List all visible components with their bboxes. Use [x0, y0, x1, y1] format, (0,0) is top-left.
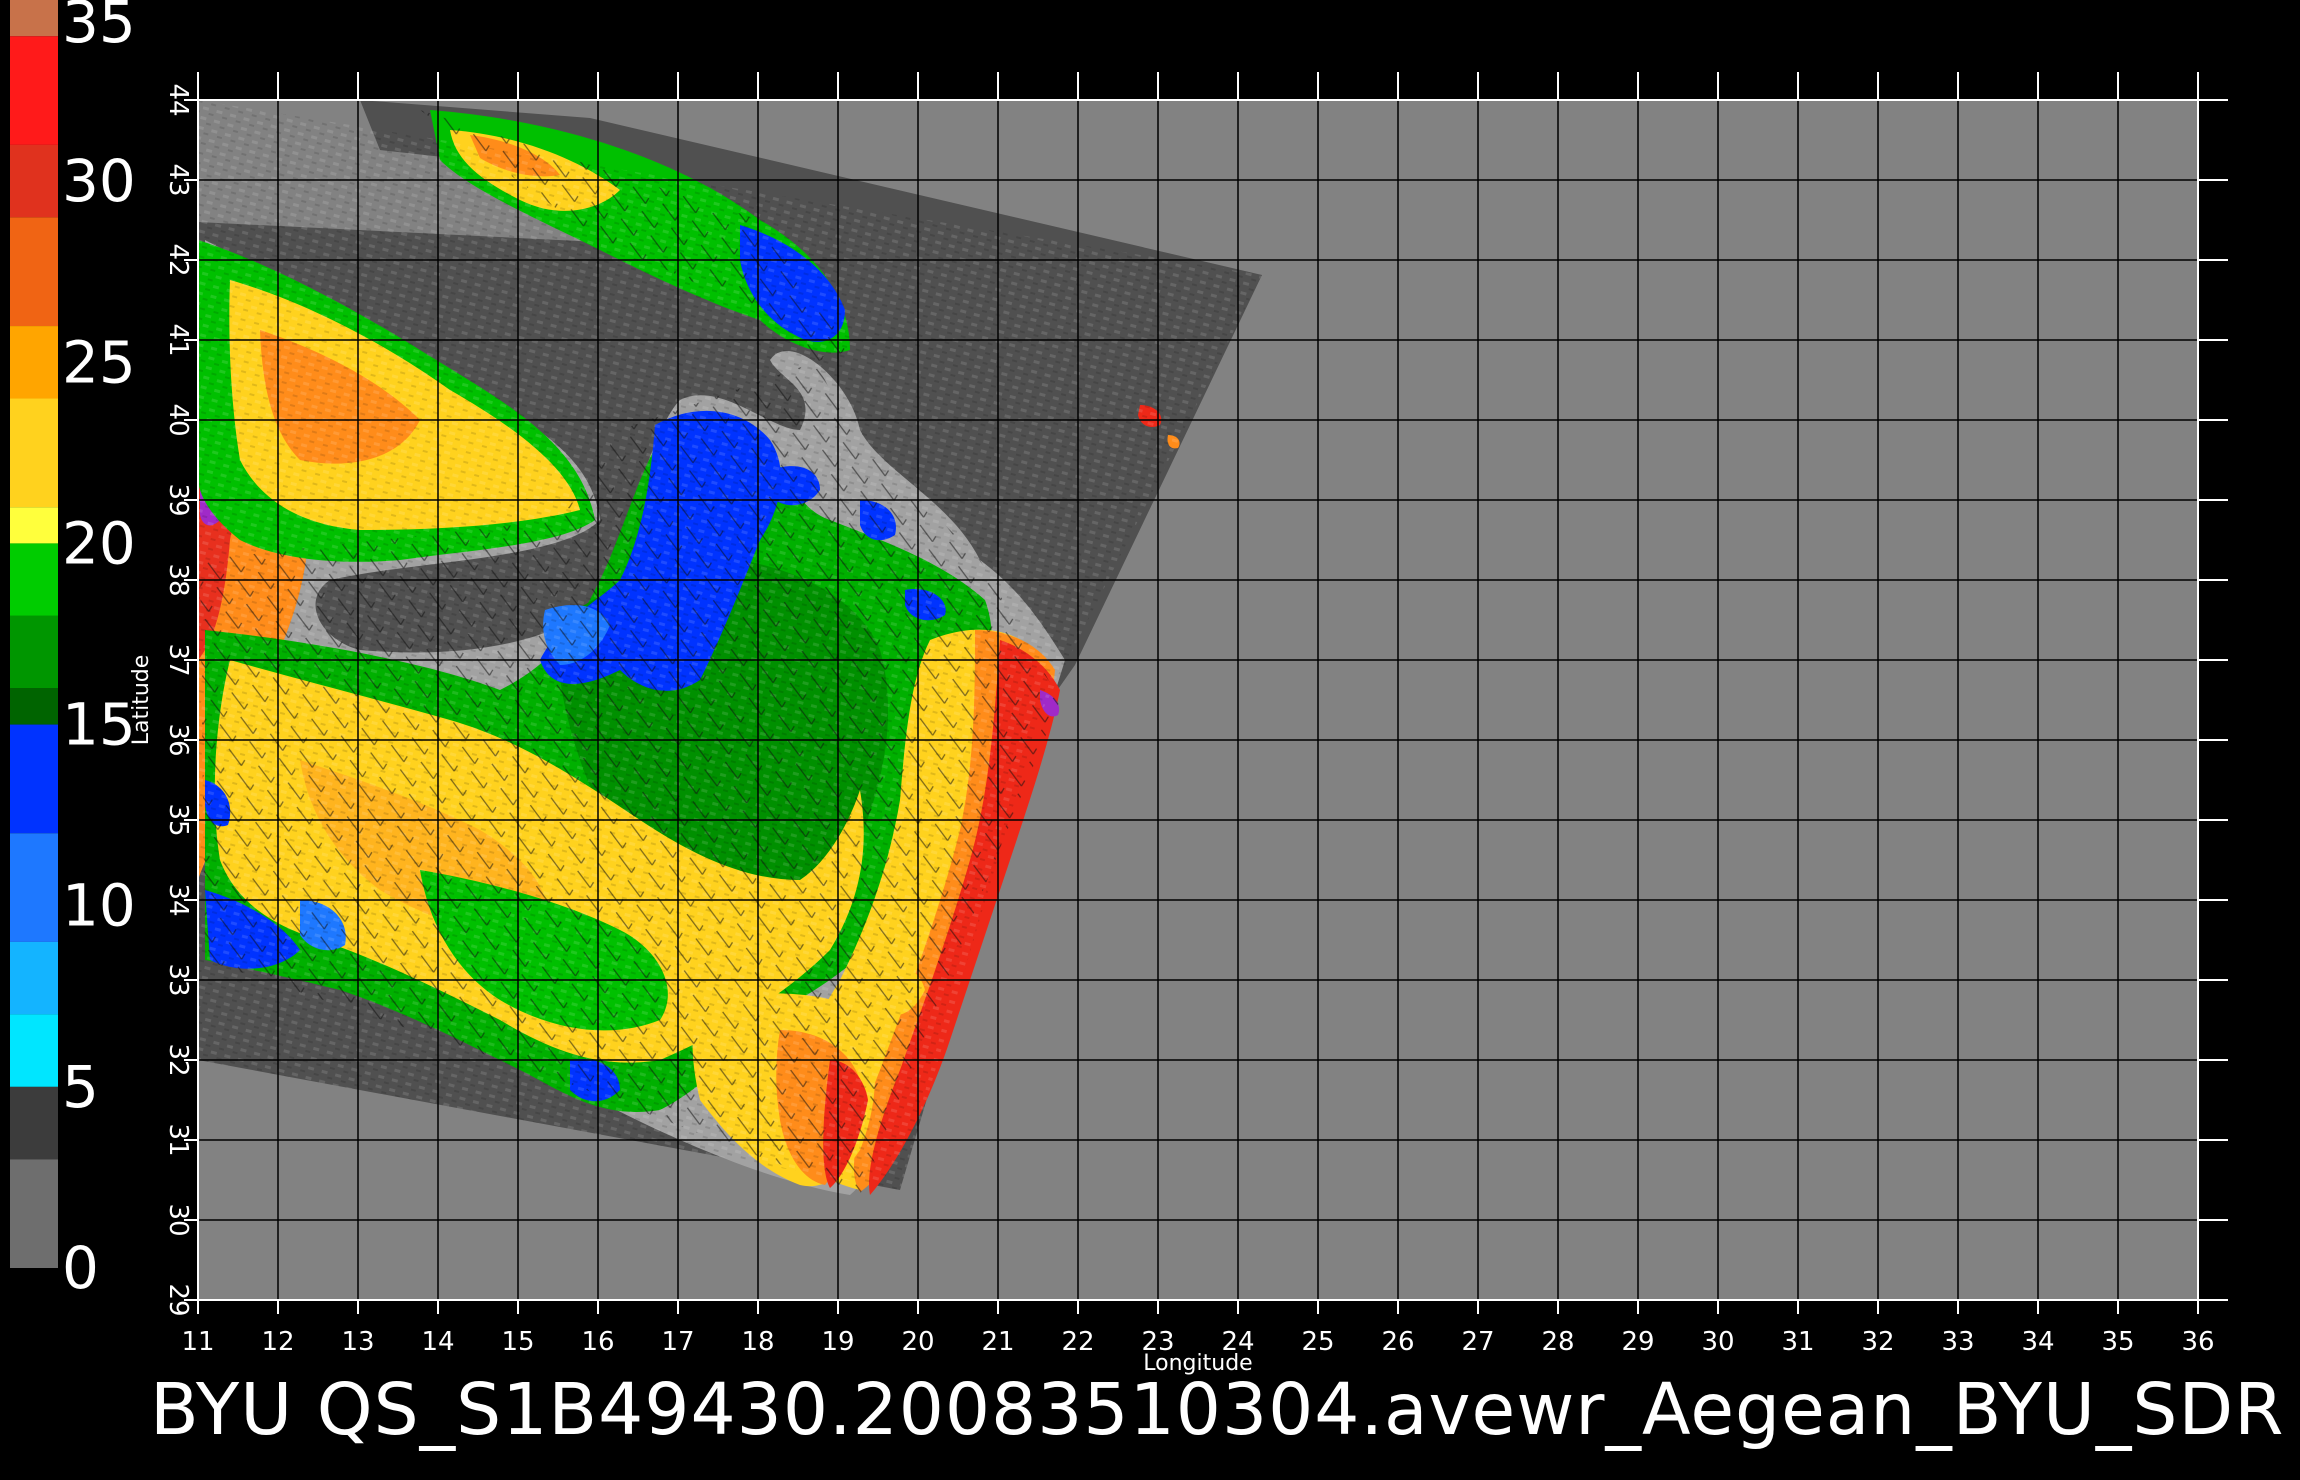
color-segment: [10, 724, 58, 834]
longitude-tick-label: 34: [2021, 1327, 2054, 1357]
color-segment: [10, 217, 58, 327]
map-plot-area: [197, 99, 2199, 1301]
color-segment: [10, 507, 58, 544]
color-segment: [10, 326, 58, 399]
color-scale-label: 5: [62, 1053, 99, 1121]
longitude-tick-label: 29: [1621, 1327, 1654, 1357]
color-segment: [10, 36, 58, 145]
color-scale-label: 0: [62, 1234, 99, 1302]
longitude-tick-label: 22: [1061, 1327, 1094, 1357]
longitude-tick-label: 31: [1781, 1327, 1814, 1357]
wind-speed-map-figure: 35 30 25 20 15 10 5 0 11 12 13 14 15 16 17 18 1…: [10, 0, 2228, 1376]
longitude-tick-label: 14: [421, 1327, 454, 1357]
longitude-tick-label: 30: [1701, 1327, 1734, 1357]
color-segment: [10, 688, 58, 725]
longitude-tick-label: 36: [2181, 1327, 2214, 1357]
color-segment: [10, 0, 58, 37]
longitude-tick-label: 11: [181, 1327, 214, 1357]
color-segment: [10, 1014, 58, 1087]
color-scale-label: 20: [62, 509, 136, 577]
color-segment: [10, 1086, 58, 1160]
longitude-tick-label: 35: [2101, 1327, 2134, 1357]
color-segment: [10, 1159, 58, 1268]
longitude-tick-label: 12: [261, 1327, 294, 1357]
color-segment: [10, 615, 58, 689]
color-scale-bar: [10, 0, 58, 1268]
longitude-tick-label: 15: [501, 1327, 534, 1357]
color-segment: [10, 543, 58, 616]
color-scale-label: 10: [62, 872, 136, 940]
longitude-tick-label: 13: [341, 1327, 374, 1357]
color-segment: [10, 144, 58, 218]
longitude-tick-label: 26: [1381, 1327, 1414, 1357]
longitude-tick-label: 18: [741, 1327, 774, 1357]
longitude-tick-label: 27: [1461, 1327, 1494, 1357]
longitude-tick-label: 21: [981, 1327, 1014, 1357]
y-axis-title: Latitude: [129, 655, 154, 746]
color-scale-labels: 35 30 25 20 15 10 5 0: [62, 0, 136, 1302]
longitude-tick-label: 16: [581, 1327, 614, 1357]
longitude-tick-label: 25: [1301, 1327, 1334, 1357]
longitude-tick-label: 20: [901, 1327, 934, 1357]
color-segment: [10, 833, 58, 942]
color-segment: [10, 941, 58, 1015]
color-scale-label: 30: [62, 147, 136, 215]
color-segment: [10, 398, 58, 508]
longitude-tick-label: 17: [661, 1327, 694, 1357]
longitude-tick-label: 32: [1861, 1327, 1894, 1357]
latitude-tick-labels: 29303132333435363738394041424344: [163, 83, 193, 1316]
color-scale-label: 35: [62, 0, 136, 56]
longitude-tick-label: 28: [1541, 1327, 1574, 1357]
longitude-tick-label: 19: [821, 1327, 854, 1357]
color-scale-label: 25: [62, 328, 136, 396]
longitude-tick-label: 33: [1941, 1327, 1974, 1357]
product-title: BYU QS_S1B49430.20083510304.avewr_Aegean…: [150, 1368, 2285, 1451]
color-scale-label: 15: [62, 691, 136, 759]
